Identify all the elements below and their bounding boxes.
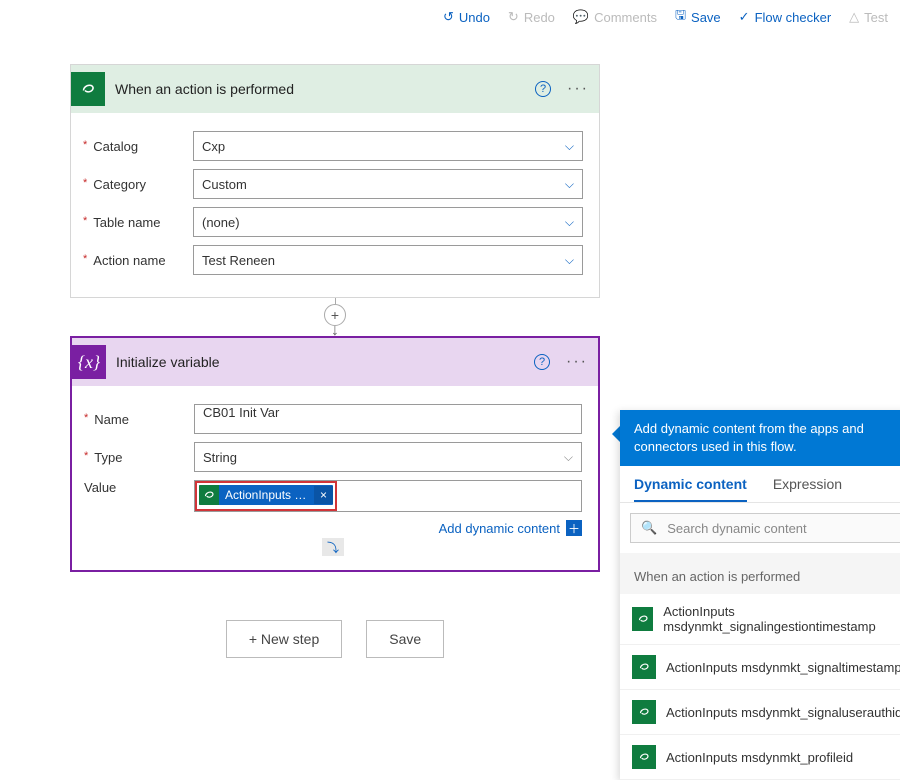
trigger-card-header[interactable]: When an action is performed ? ··· — [71, 65, 599, 113]
action-title: Initialize variable — [116, 354, 524, 370]
top-toolbar: ↺ Undo ↻ Redo 💬 Comments 🖫 Save ✓ Flow checke… — [0, 0, 900, 34]
list-item[interactable]: ActionInputs msdynmkt_signaltimestamp — [620, 645, 900, 690]
flow-checker-icon: ✓ — [739, 9, 750, 25]
test-button[interactable]: △ Test — [849, 6, 888, 28]
trigger-title: When an action is performed — [115, 81, 525, 97]
value-highlight-box: ActionInputs m... × — [195, 481, 337, 511]
help-icon[interactable]: ? — [535, 81, 551, 97]
tab-dynamic-content[interactable]: Dynamic content — [634, 476, 747, 502]
name-input[interactable]: CB01 Init Var — [194, 404, 582, 434]
list-item[interactable]: ActionInputs msdynmkt_signalingestiontim… — [620, 594, 900, 645]
dataverse-icon — [632, 607, 653, 631]
test-icon: △ — [849, 9, 859, 25]
plus-icon[interactable]: ＋ — [566, 520, 582, 536]
table-label: Table name — [83, 215, 193, 230]
arrow-down-icon: ↓ — [331, 326, 339, 336]
trigger-card: When an action is performed ? ··· Catalo… — [70, 64, 600, 298]
panel-header: Add dynamic content from the apps and co… — [620, 410, 900, 466]
search-placeholder: Search dynamic content — [667, 521, 806, 536]
undo-icon: ↺ — [443, 9, 454, 25]
panel-callout — [612, 426, 620, 442]
new-step-button[interactable]: + New step — [226, 620, 342, 658]
table-dropdown[interactable]: (none) ⌵ — [193, 207, 583, 237]
undo-label: Undo — [459, 10, 490, 25]
item-label: ActionInputs msdynmkt_signaluserauthid — [666, 705, 900, 720]
item-label: ActionInputs msdynmkt_profileid — [666, 750, 853, 765]
insert-below-icon[interactable]: ⤵ — [322, 538, 344, 556]
list-item[interactable]: ActionInputs msdynmkt_signaluserauthid — [620, 690, 900, 735]
dataverse-icon — [632, 700, 656, 724]
comments-icon: 💬 — [573, 9, 589, 25]
flow-checker-label: Flow checker — [755, 10, 832, 25]
token-remove-icon[interactable]: × — [314, 486, 333, 504]
help-icon[interactable]: ? — [534, 354, 550, 370]
name-label: Name — [84, 412, 194, 427]
chevron-down-icon: ⌵ — [565, 215, 574, 230]
action-dropdown[interactable]: Test Reneen ⌵ — [193, 245, 583, 275]
more-icon[interactable]: ··· — [567, 80, 589, 98]
panel-tabs: Dynamic content Expression — [620, 466, 900, 503]
flow-checker-button[interactable]: ✓ Flow checker — [739, 6, 831, 28]
category-value: Custom — [202, 177, 247, 192]
save-button[interactable]: 🖫 Save — [675, 6, 721, 28]
action-card-header[interactable]: {x} Initialize variable ? ··· — [72, 338, 598, 386]
token-source-icon — [199, 485, 219, 505]
dataverse-icon — [632, 655, 656, 679]
token-text: ActionInputs m... — [219, 486, 314, 504]
search-input[interactable]: 🔍 Search dynamic content — [630, 513, 900, 543]
item-label: ActionInputs msdynmkt_signaltimestamp — [666, 660, 900, 675]
chevron-down-icon: ⌵ — [565, 177, 574, 192]
redo-label: Redo — [524, 10, 555, 25]
more-icon[interactable]: ··· — [566, 353, 588, 371]
action-label: Action name — [83, 253, 193, 268]
save-icon: 🖫 — [675, 6, 686, 28]
dataverse-icon — [71, 72, 105, 106]
catalog-value: Cxp — [202, 139, 225, 154]
name-value: CB01 Init Var — [203, 405, 279, 420]
dynamic-content-token[interactable]: ActionInputs m... × — [199, 485, 333, 505]
comments-label: Comments — [594, 10, 657, 25]
comments-button[interactable]: 💬 Comments — [573, 6, 657, 28]
type-value: String — [203, 450, 237, 465]
chevron-down-icon: ⌵ — [565, 253, 574, 268]
value-input[interactable]: ActionInputs m... × — [194, 480, 582, 512]
catalog-dropdown[interactable]: Cxp ⌵ — [193, 131, 583, 161]
catalog-label: Catalog — [83, 139, 193, 154]
redo-button: ↻ Redo — [508, 6, 555, 28]
action-value: Test Reneen — [202, 253, 275, 268]
value-label: Value — [84, 480, 194, 495]
tab-expression[interactable]: Expression — [773, 476, 842, 502]
section-header: When an action is performed — [620, 553, 900, 594]
list-item[interactable]: ActionInputs msdynmkt_profileid — [620, 735, 900, 780]
category-dropdown[interactable]: Custom ⌵ — [193, 169, 583, 199]
chevron-down-icon: ⌵ — [565, 139, 574, 154]
save-step-button[interactable]: Save — [366, 620, 444, 658]
type-label: Type — [84, 450, 194, 465]
chevron-down-icon: ⌵ — [564, 450, 573, 465]
table-value: (none) — [202, 215, 240, 230]
type-dropdown[interactable]: String ⌵ — [194, 442, 582, 472]
dataverse-icon — [632, 745, 656, 769]
redo-icon: ↻ — [508, 9, 519, 25]
add-dynamic-content-link[interactable]: Add dynamic content — [439, 521, 560, 536]
save-label: Save — [691, 10, 721, 25]
action-card: {x} Initialize variable ? ··· Name CB01 … — [70, 336, 600, 572]
variable-icon: {x} — [72, 345, 106, 379]
undo-button[interactable]: ↺ Undo — [443, 6, 490, 28]
dynamic-content-panel: Add dynamic content from the apps and co… — [620, 410, 900, 780]
connector: + ↓ — [70, 298, 600, 336]
item-label: ActionInputs msdynmkt_signalingestiontim… — [663, 604, 900, 634]
footer-buttons: + New step Save — [70, 620, 600, 658]
category-label: Category — [83, 177, 193, 192]
dynamic-items-list: ActionInputs msdynmkt_signalingestiontim… — [620, 594, 900, 780]
test-label: Test — [864, 10, 888, 25]
search-icon: 🔍 — [641, 520, 657, 536]
